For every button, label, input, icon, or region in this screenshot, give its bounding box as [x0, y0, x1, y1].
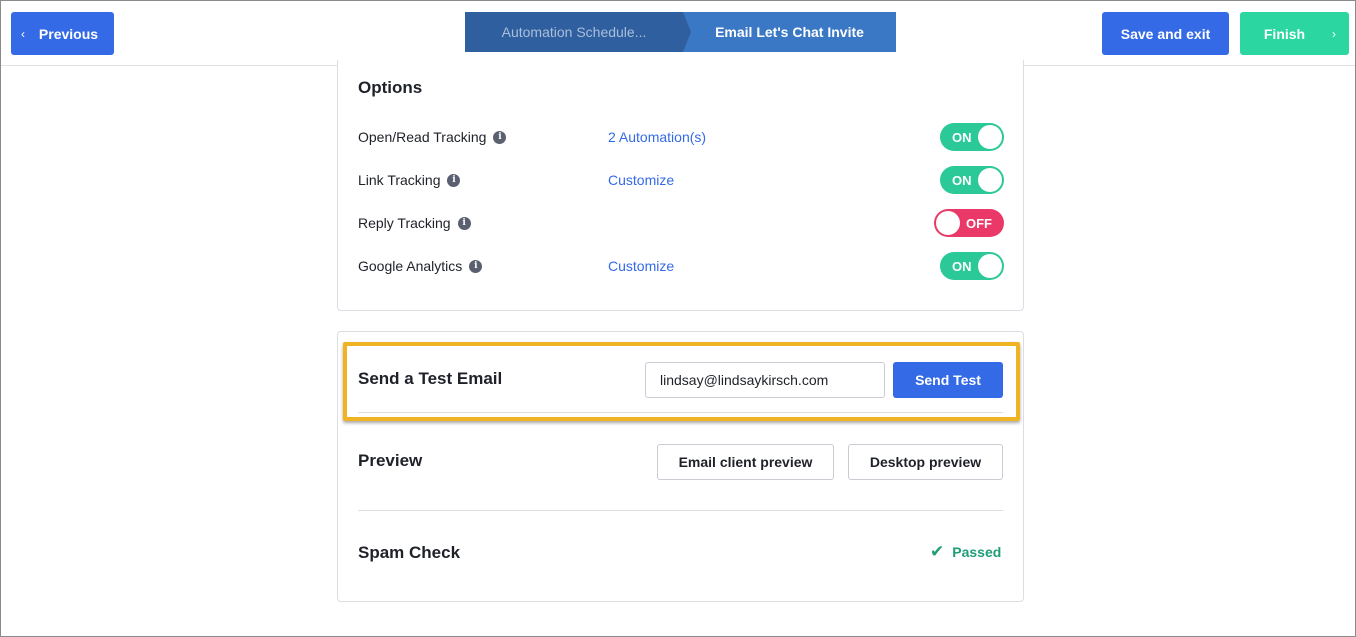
toggle-state: OFF — [966, 216, 992, 231]
breadcrumb-step-email-invite[interactable]: Email Let's Chat Invite — [683, 12, 896, 52]
desktop-preview-label: Desktop preview — [869, 454, 982, 470]
breadcrumb: Automation Schedule... Email Let's Chat … — [465, 12, 896, 52]
breadcrumb-step-automation-schedule[interactable]: Automation Schedule... — [465, 12, 691, 52]
chevron-left-icon: ‹ — [21, 26, 25, 41]
open-read-tracking-toggle[interactable]: ON — [940, 123, 1004, 151]
link-tracking-customize-link[interactable]: Customize — [608, 172, 674, 188]
email-client-preview-label: Email client preview — [678, 454, 813, 470]
toggle-knob — [978, 125, 1002, 149]
top-bar: ‹ Previous Automation Schedule... Email … — [1, 1, 1355, 66]
option-label: Reply Tracking — [358, 215, 451, 231]
email-client-preview-button[interactable]: Email client preview — [657, 444, 834, 480]
toggle-state: ON — [952, 173, 972, 188]
info-icon[interactable]: i — [447, 173, 461, 187]
google-analytics-customize-link[interactable]: Customize — [608, 258, 674, 274]
spam-status-label: Passed — [952, 544, 1002, 560]
option-row-google-analytics: Google Analytics i Customize ON — [358, 252, 1004, 280]
automations-link[interactable]: 2 Automation(s) — [608, 129, 706, 145]
chevron-right-icon: › — [1332, 26, 1336, 41]
preview-title: Preview — [358, 451, 423, 470]
option-row-open-read-tracking: Open/Read Tracking i 2 Automation(s) ON — [358, 123, 1004, 151]
finish-button[interactable]: Finish › — [1240, 12, 1349, 55]
options-card: Options Open/Read Tracking i 2 Automatio… — [337, 60, 1024, 311]
info-icon[interactable]: i — [457, 216, 471, 230]
toggle-knob — [978, 168, 1002, 192]
info-icon[interactable]: i — [469, 259, 483, 273]
divider — [358, 510, 1003, 511]
toggle-knob — [978, 254, 1002, 278]
previous-button[interactable]: ‹ Previous — [11, 12, 114, 55]
desktop-preview-button[interactable]: Desktop preview — [848, 444, 1003, 480]
highlight-box — [343, 342, 1020, 421]
link-tracking-toggle[interactable]: ON — [940, 166, 1004, 194]
reply-tracking-toggle[interactable]: OFF — [934, 209, 1004, 237]
spam-check-title: Spam Check — [358, 543, 461, 562]
google-analytics-toggle[interactable]: ON — [940, 252, 1004, 280]
toggle-state: ON — [952, 259, 972, 274]
save-and-exit-label: Save and exit — [1120, 25, 1211, 42]
info-icon[interactable]: i — [493, 130, 507, 144]
options-title: Options — [358, 78, 423, 97]
previous-label: Previous — [38, 25, 99, 42]
spam-check-status: ✔ Passed — [930, 542, 1001, 562]
checkmark-icon: ✔ — [930, 542, 945, 561]
breadcrumb-step-label: Email Let's Chat Invite — [715, 24, 864, 40]
toggle-knob — [936, 211, 960, 235]
finish-label: Finish — [1263, 25, 1306, 42]
toggle-state: ON — [952, 130, 972, 145]
option-label: Google Analytics — [358, 258, 463, 274]
option-row-link-tracking: Link Tracking i Customize ON — [358, 166, 1004, 194]
option-label: Open/Read Tracking — [358, 129, 487, 145]
option-row-reply-tracking: Reply Tracking i OFF — [358, 209, 1004, 237]
breadcrumb-step-label: Automation Schedule... — [501, 24, 647, 40]
option-label: Link Tracking — [358, 172, 441, 188]
save-and-exit-button[interactable]: Save and exit — [1102, 12, 1229, 55]
